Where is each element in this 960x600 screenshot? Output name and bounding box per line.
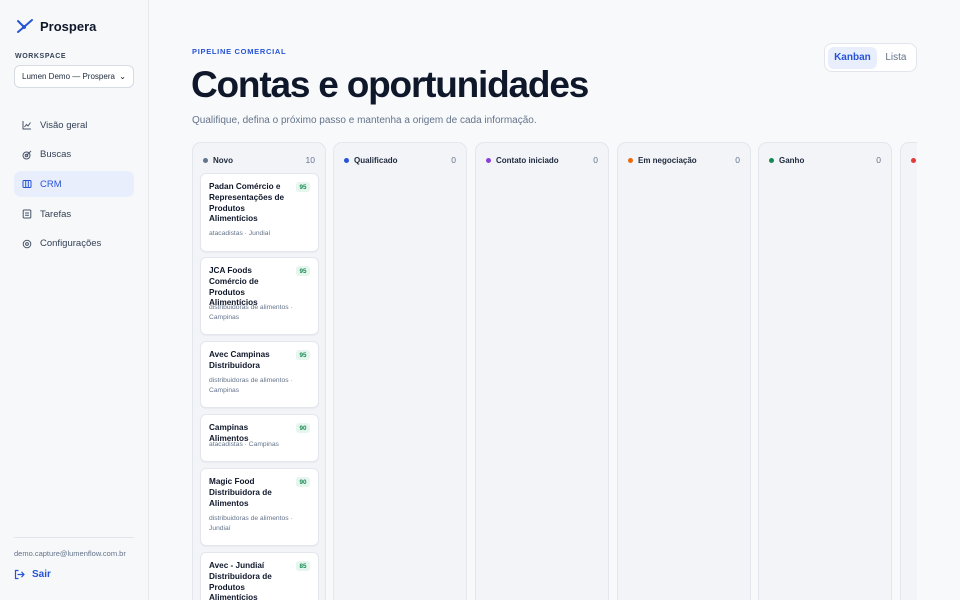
nav-item-configuracoes[interactable]: Configurações: [14, 231, 134, 257]
workspace-select[interactable]: Lumen Demo — Prospera ⌄: [14, 65, 134, 88]
logout-label: Sair: [32, 569, 51, 580]
page-eyebrow: PIPELINE COMERCIAL: [192, 47, 287, 56]
view-kanban-button[interactable]: Kanban: [828, 46, 877, 69]
prospera-logo-icon: [17, 19, 33, 33]
account-card[interactable]: Padan Comércio e Representações de Produ…: [200, 173, 319, 252]
score-badge: 90: [296, 477, 310, 487]
account-meta: distribuidoras de alimentos · Campinas: [209, 377, 293, 394]
brand-name: Prospera: [40, 18, 97, 34]
nav-item-crm[interactable]: CRM: [14, 171, 134, 198]
score-badge: 85: [296, 561, 310, 571]
column-header: Ganho 0: [769, 154, 881, 166]
nav-item-label: Buscas: [40, 149, 72, 161]
column-title: Ganho: [779, 155, 805, 165]
nav-item-buscas[interactable]: Buscas: [14, 142, 134, 168]
logout-button[interactable]: Sair: [14, 569, 51, 580]
column-title: Qualificado: [354, 155, 398, 165]
logout-icon: [14, 569, 25, 580]
chart-icon: [22, 121, 31, 130]
main-nav: Visão geral Buscas CRM Tarefas Configura…: [14, 112, 134, 260]
status-dot: [486, 157, 491, 163]
account-meta: atacadistas · Jundiaí: [209, 230, 271, 237]
nav-item-visao-geral[interactable]: Visão geral: [14, 112, 134, 138]
workspace-selected-value: Lumen Demo — Prospera: [22, 72, 115, 81]
account-card[interactable]: Avec Campinas Distribuidora 95 distribui…: [200, 341, 319, 408]
main-content: PIPELINE COMERCIAL Contas e oportunidade…: [149, 0, 960, 600]
status-dot: [911, 157, 916, 163]
workspace-label: WORKSPACE: [15, 53, 67, 60]
score-badge: 95: [296, 266, 310, 276]
target-icon: [22, 150, 32, 160]
status-dot: [628, 157, 633, 163]
column-qualificado: Qualificado 0: [333, 142, 467, 600]
column-ganho: Ganho 0: [758, 142, 892, 600]
nav-item-label: CRM: [40, 178, 62, 190]
column-header: Contato iniciado 0: [486, 154, 598, 166]
status-dot: [344, 157, 349, 163]
nav-item-label: Visão geral: [40, 119, 88, 131]
brand[interactable]: Prospera: [16, 17, 96, 35]
account-card[interactable]: JCA Foods Comércio de Produtos Alimentíc…: [200, 257, 319, 335]
account-meta: atacadistas · Campinas: [209, 441, 279, 448]
nav-item-tarefas[interactable]: Tarefas: [14, 201, 134, 227]
page-title: Contas e oportunidades: [191, 64, 589, 105]
column-count: 10: [305, 155, 315, 165]
account-name: Avec - Jundiaí Distribuidora de Produtos…: [209, 561, 272, 600]
column-count: 0: [451, 155, 456, 165]
column-header: Em negociação 0: [628, 154, 740, 166]
column-title: Em negociação: [638, 155, 697, 165]
view-list-button[interactable]: Lista: [879, 47, 913, 69]
user-email: demo.capture@lumenflow.com.br: [14, 549, 126, 558]
score-badge: 95: [296, 182, 310, 192]
sidebar-divider: [14, 537, 134, 538]
view-toggle: Kanban Lista: [824, 43, 917, 72]
page-subtitle: Qualifique, defina o próximo passo e man…: [192, 115, 537, 126]
column-novo: Novo 10 Padan Comércio e Representações …: [192, 142, 326, 600]
status-dot: [203, 157, 208, 163]
column-header: Qualificado 0: [344, 154, 456, 166]
column-count: 0: [876, 155, 881, 165]
chevron-down-icon: ⌄: [119, 72, 126, 81]
column-contato-iniciado: Contato iniciado 0: [475, 142, 609, 600]
column-header: [911, 154, 917, 166]
checklist-icon: [22, 209, 32, 219]
account-card[interactable]: Avec - Jundiaí Distribuidora de Produtos…: [200, 552, 319, 600]
gear-icon: [22, 239, 32, 249]
column-partial: [900, 142, 917, 600]
nav-item-label: Tarefas: [40, 208, 72, 220]
score-badge: 95: [296, 350, 310, 360]
nav-item-label: Configurações: [40, 238, 102, 250]
status-dot: [769, 157, 774, 163]
column-title: Contato iniciado: [496, 155, 559, 165]
column-em-negociacao: Em negociação 0: [617, 142, 751, 600]
account-card[interactable]: Campinas Alimentos 90 atacadistas · Camp…: [200, 414, 319, 462]
kanban-icon: [22, 180, 32, 189]
column-count: 0: [593, 155, 598, 165]
account-meta: distribuidoras de alimentos · Jundiaí: [209, 515, 293, 532]
score-badge: 90: [296, 423, 310, 433]
kanban-board: Novo 10 Padan Comércio e Representações …: [192, 142, 917, 600]
account-name: Padan Comércio e Representações de Produ…: [209, 182, 285, 224]
sidebar: Prospera WORKSPACE Lumen Demo — Prospera…: [0, 0, 149, 600]
account-card[interactable]: Magic Food Distribuidora de Alimentos 90…: [200, 468, 319, 546]
account-meta: distribuidoras de alimentos · Campinas: [209, 304, 293, 321]
column-header: Novo 10: [203, 154, 315, 166]
account-name: Avec Campinas Distribuidora: [209, 350, 270, 370]
account-name: Magic Food Distribuidora de Alimentos: [209, 477, 272, 508]
column-title: Novo: [213, 155, 233, 165]
column-count: 0: [735, 155, 740, 165]
